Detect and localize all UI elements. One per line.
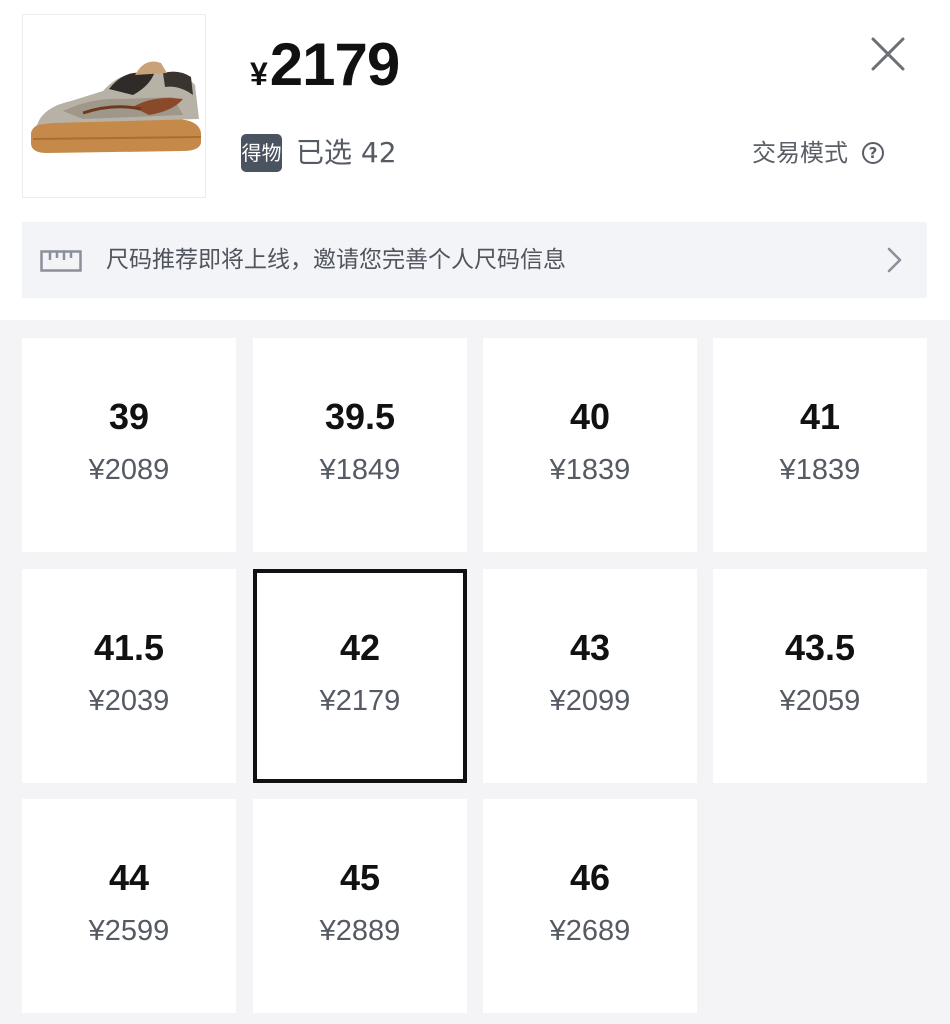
size-label: 46 bbox=[569, 857, 611, 898]
size-price: ¥2039 bbox=[88, 685, 170, 717]
size-option-43-5[interactable]: 43.5 ¥2059 bbox=[713, 569, 927, 783]
size-option-41[interactable]: 41 ¥1839 bbox=[713, 338, 927, 552]
banner-text: 尺码推荐即将上线，邀请您完善个人尺码信息 bbox=[106, 247, 566, 273]
size-price: ¥2179 bbox=[319, 685, 401, 717]
size-option-42[interactable]: 42 ¥2179 bbox=[253, 569, 467, 783]
size-option-44[interactable]: 44 ¥2599 bbox=[22, 799, 236, 1013]
close-icon bbox=[871, 37, 905, 71]
product-thumbnail[interactable] bbox=[22, 14, 206, 198]
size-recommendation-banner[interactable]: 尺码推荐即将上线，邀请您完善个人尺码信息 bbox=[22, 222, 927, 298]
size-label: 41 bbox=[799, 396, 841, 437]
size-price: ¥2889 bbox=[319, 915, 401, 947]
size-label: 40 bbox=[569, 396, 611, 437]
selected-size-text: 已选 42 bbox=[296, 136, 397, 169]
size-option-39[interactable]: 39 ¥2089 bbox=[22, 338, 236, 552]
trade-mode-link[interactable]: 交易模式 ? bbox=[752, 134, 884, 172]
size-option-45[interactable]: 45 ¥2889 bbox=[253, 799, 467, 1013]
brand-badge: 得物 bbox=[241, 134, 282, 172]
size-grid: 39 ¥2089 39.5 ¥1849 40 ¥1839 41 ¥1839 41.5 ¥2039 4… bbox=[0, 320, 950, 1024]
size-label: 39 bbox=[108, 396, 150, 437]
size-label: 41.5 bbox=[93, 627, 165, 668]
size-label: 45 bbox=[339, 857, 381, 898]
help-icon[interactable]: ? bbox=[862, 142, 884, 164]
price-value: 2179 bbox=[269, 31, 400, 98]
size-price: ¥2059 bbox=[779, 685, 861, 717]
currency-symbol: ¥ bbox=[250, 56, 268, 92]
size-price: ¥1849 bbox=[319, 454, 401, 486]
size-label: 44 bbox=[108, 857, 150, 898]
size-option-43[interactable]: 43 ¥2099 bbox=[483, 569, 697, 783]
sneaker-image bbox=[31, 61, 202, 153]
size-label: 39.5 bbox=[324, 396, 396, 437]
chevron-right-icon bbox=[887, 247, 902, 273]
size-price: ¥2099 bbox=[549, 685, 631, 717]
size-label: 42 bbox=[339, 627, 381, 668]
product-header: ¥ 2179 得物 已选 42 交易模式 ? 尺码推荐即将上线，邀请您完善个人尺… bbox=[0, 0, 950, 320]
trade-mode-label: 交易模式 bbox=[752, 139, 848, 167]
ruler-icon bbox=[40, 250, 82, 272]
size-option-40[interactable]: 40 ¥1839 bbox=[483, 338, 697, 552]
size-price: ¥2689 bbox=[549, 915, 631, 947]
close-button[interactable] bbox=[866, 32, 910, 76]
size-price: ¥2089 bbox=[88, 454, 170, 486]
size-price: ¥1839 bbox=[549, 454, 631, 486]
size-price: ¥1839 bbox=[779, 454, 861, 486]
size-option-41-5[interactable]: 41.5 ¥2039 bbox=[22, 569, 236, 783]
size-option-39-5[interactable]: 39.5 ¥1849 bbox=[253, 338, 467, 552]
size-option-46[interactable]: 46 ¥2689 bbox=[483, 799, 697, 1013]
size-label: 43 bbox=[569, 627, 611, 668]
size-price: ¥2599 bbox=[88, 915, 170, 947]
size-label: 43.5 bbox=[784, 627, 856, 668]
current-price: ¥ 2179 bbox=[250, 30, 400, 106]
